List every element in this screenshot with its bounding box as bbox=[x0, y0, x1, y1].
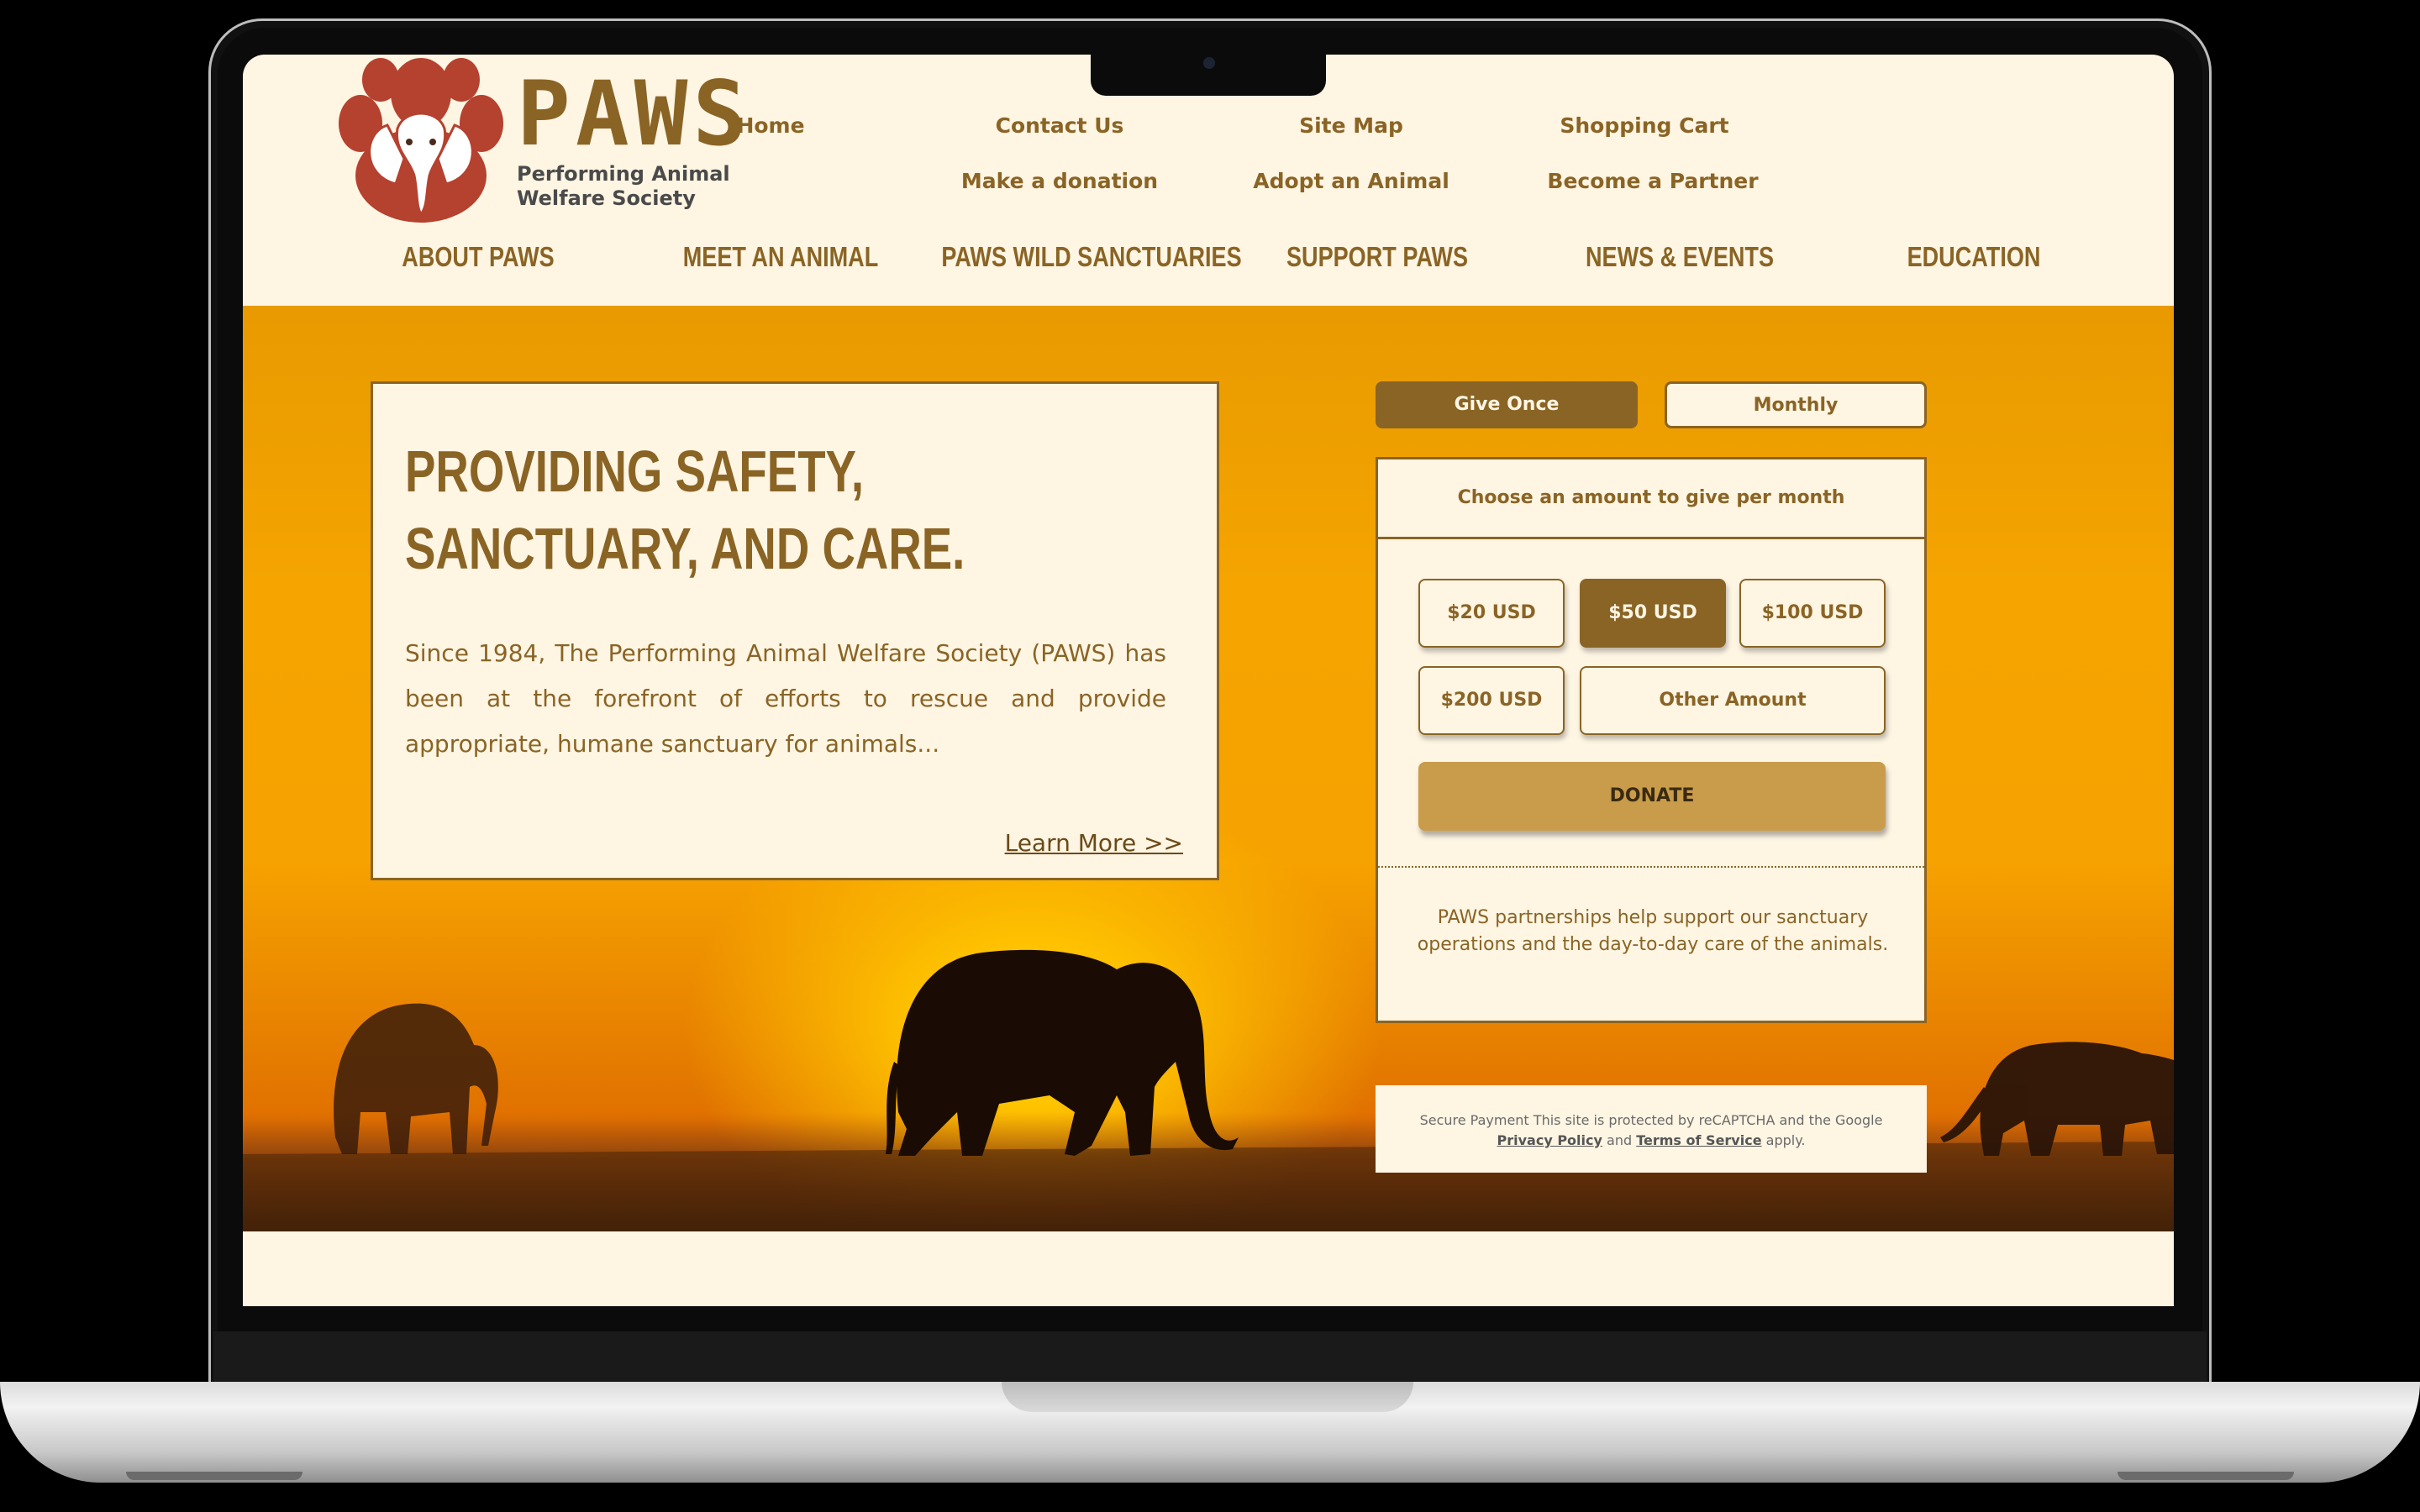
amount-100-button[interactable]: $100 USD bbox=[1739, 579, 1886, 648]
divider bbox=[1378, 866, 1924, 868]
top-link-adopt[interactable]: Adopt an Animal bbox=[1225, 169, 1477, 193]
amount-50-button[interactable]: $50 USD bbox=[1580, 579, 1726, 648]
nav-paws-wild-sanctuaries[interactable]: PAWS WILD SANCTUARIES bbox=[919, 241, 1264, 273]
top-link-contact[interactable]: Contact Us bbox=[934, 113, 1186, 138]
paw-elephant-logo bbox=[339, 58, 503, 223]
top-link-cart[interactable]: Shopping Cart bbox=[1518, 113, 1770, 138]
donation-prompt: Choose an amount to give per month bbox=[1378, 459, 1924, 539]
nav-support-paws[interactable]: SUPPORT PAWS bbox=[1246, 241, 1508, 273]
intro-card: PROVIDING SAFETY, SANCTUARY, AND CARE. S… bbox=[371, 381, 1219, 880]
top-link-sitemap[interactable]: Site Map bbox=[1225, 113, 1477, 138]
secure-and: and bbox=[1607, 1132, 1633, 1148]
tab-monthly[interactable]: Monthly bbox=[1665, 381, 1927, 428]
secure-payment-note: Secure Payment This site is protected by… bbox=[1376, 1085, 1927, 1173]
amount-20-button[interactable]: $20 USD bbox=[1418, 579, 1565, 648]
nav-news-events[interactable]: NEWS & EVENTS bbox=[1535, 241, 1824, 273]
intro-heading-line1: PROVIDING SAFETY, bbox=[405, 438, 865, 504]
main-navigation: ABOUT PAWS MEET AN ANIMAL PAWS WILD SANC… bbox=[243, 241, 2174, 291]
nav-education[interactable]: EDUCATION bbox=[1836, 241, 2112, 273]
intro-heading: PROVIDING SAFETY, SANCTUARY, AND CARE. bbox=[405, 433, 995, 587]
privacy-policy-link[interactable]: Privacy Policy bbox=[1497, 1132, 1602, 1148]
tab-give-once[interactable]: Give Once bbox=[1376, 381, 1638, 428]
brand-subtitle: Performing Animal Welfare Society bbox=[517, 162, 730, 211]
intro-body: Since 1984, The Performing Animal Welfar… bbox=[405, 639, 1166, 758]
nav-meet-an-animal[interactable]: MEET AN ANIMAL bbox=[643, 241, 918, 273]
secure-text: Secure Payment This site is protected by… bbox=[1419, 1112, 1883, 1128]
laptop-thumb-notch bbox=[1002, 1382, 1413, 1412]
camera-notch bbox=[1091, 49, 1326, 96]
secure-suffix: apply. bbox=[1765, 1132, 1806, 1148]
nav-about-paws[interactable]: ABOUT PAWS bbox=[368, 241, 588, 273]
amount-200-button[interactable]: $200 USD bbox=[1418, 666, 1565, 735]
camera-icon bbox=[1203, 57, 1215, 69]
laptop-chin bbox=[213, 1331, 2207, 1384]
intro-heading-line2: SANCTUARY, AND CARE. bbox=[405, 516, 965, 581]
top-link-partner[interactable]: Become a Partner bbox=[1518, 169, 1787, 193]
browser-viewport: PAWS Performing Animal Welfare Society H… bbox=[243, 55, 2174, 1306]
donate-button[interactable]: DONATE bbox=[1418, 762, 1886, 831]
laptop-foot-left bbox=[126, 1472, 302, 1480]
top-link-donation[interactable]: Make a donation bbox=[934, 169, 1186, 193]
learn-more-link[interactable]: Learn More >> bbox=[1005, 829, 1183, 857]
other-amount-button[interactable]: Other Amount bbox=[1580, 666, 1886, 735]
laptop-foot-right bbox=[2118, 1472, 2294, 1480]
top-link-home[interactable]: Home bbox=[644, 113, 897, 138]
partnership-note: PAWS partnerships help support our sanct… bbox=[1417, 907, 1889, 955]
hero-banner: PROVIDING SAFETY, SANCTUARY, AND CARE. S… bbox=[243, 306, 2174, 1231]
donation-panel: Choose an amount to give per month $20 U… bbox=[1376, 457, 1927, 1023]
terms-of-service-link[interactable]: Terms of Service bbox=[1636, 1132, 1761, 1148]
